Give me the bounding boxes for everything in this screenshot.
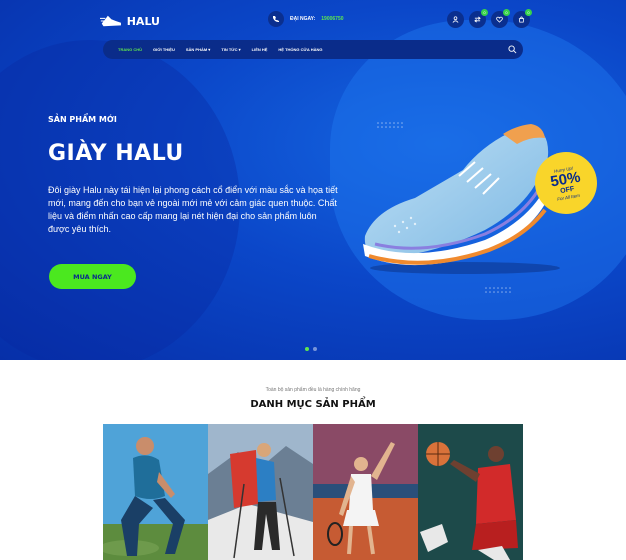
user-icon[interactable] [447,11,464,28]
phone-icon [268,11,284,27]
buy-now-button[interactable]: MUA NGAY [49,264,136,289]
category-section-title: DANH MỤC SẢN PHẨM [250,399,376,410]
category-grid [103,424,523,560]
cart-count-badge: 0 [525,9,532,16]
category-tile-tennis[interactable] [313,424,418,560]
slide-subtitle: SẢN PHẨM MỚI [48,115,117,124]
nav-item-products[interactable]: SẢN PHẨM ▾ [186,47,210,52]
slider-dot[interactable] [313,347,317,351]
cart-icon[interactable]: 0 [513,9,532,28]
slider-dot[interactable] [305,347,309,351]
nav-item-news[interactable]: TIN TỨC ▾ [221,47,240,52]
hotline[interactable]: ĐẠI NGAY: 19006750 [268,11,344,27]
hotline-label: ĐẠI NGAY: [290,16,316,22]
brand-name: HALU [126,14,160,28]
hero-banner: HALU ĐẠI NGAY: 19006750 0 0 0 TRANG CHỦ … [0,0,626,360]
category-tile-running[interactable] [103,424,208,560]
decorative-dots [485,287,511,293]
slider-pagination [305,347,317,351]
slide-description: Đôi giày Halu này tái hiện lại phong các… [48,185,338,234]
compare-icon[interactable]: 0 [469,9,488,28]
nav-item-home[interactable]: TRANG CHỦ [118,47,142,52]
nav-item-contact[interactable]: LIÊN HỆ [252,47,268,52]
category-tile-hiking[interactable] [208,424,313,560]
main-nav: TRANG CHỦ GIỚI THIỆU SẢN PHẨM ▾ TIN TỨC … [103,40,523,59]
nav-item-about[interactable]: GIỚI THIỆU [153,47,175,52]
heart-icon[interactable]: 0 [491,9,510,28]
header-actions: 0 0 0 [447,9,532,28]
hotline-number: 19006750 [321,16,344,22]
category-kicker: Toàn bộ sản phẩm đều là hàng chính hãng [265,387,361,393]
compare-count-badge: 0 [481,9,488,16]
brand-logo[interactable]: HALU [100,10,160,32]
category-tile-basketball[interactable] [418,424,523,560]
shoe-logo-icon [100,15,121,27]
slide-title: GIÀY HALU [48,141,184,166]
nav-item-stores[interactable]: HỆ THỐNG CỬA HÀNG [278,47,322,52]
wishlist-count-badge: 0 [503,9,510,16]
search-icon[interactable] [508,45,517,54]
